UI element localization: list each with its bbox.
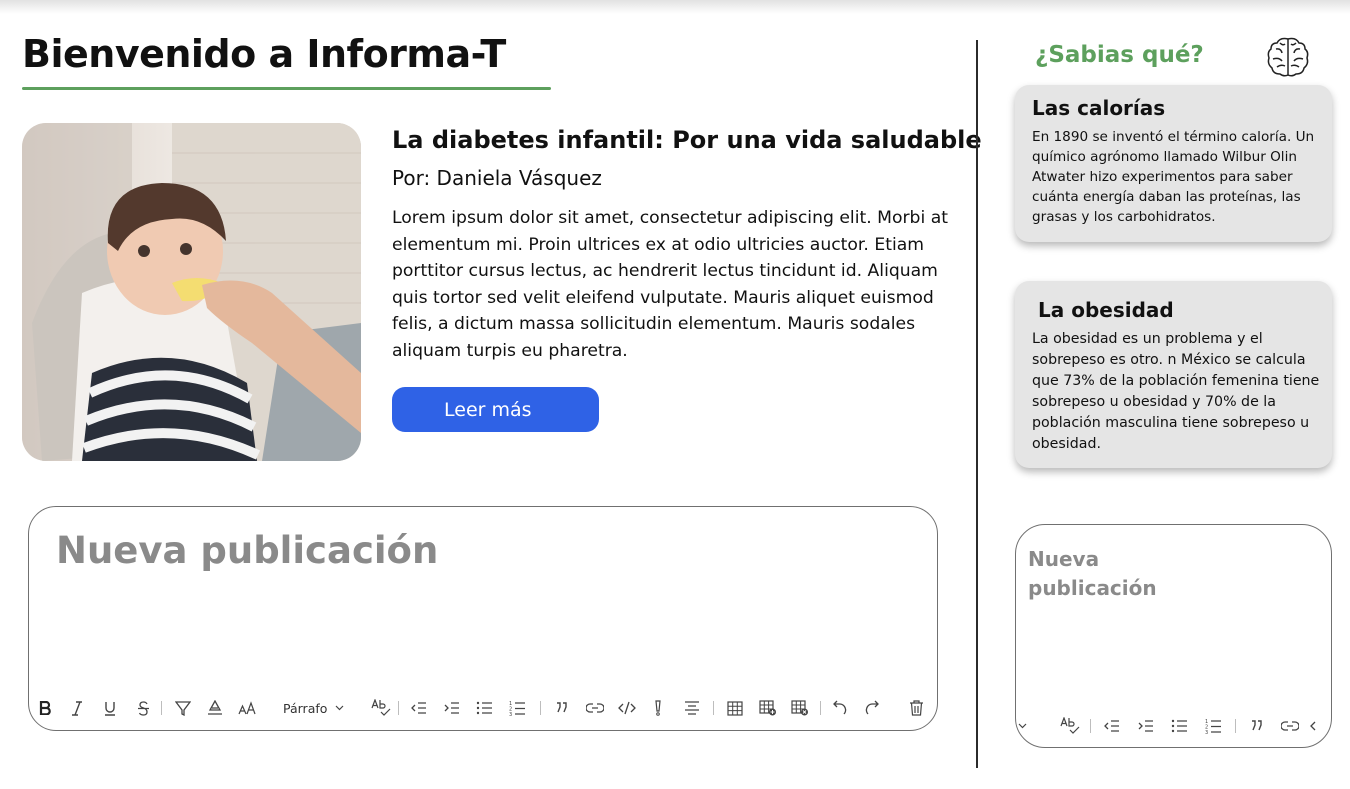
bullet-list-icon[interactable] [475,697,493,719]
top-shadow [0,0,1350,14]
quote-icon[interactable] [553,697,571,719]
fact-card-obesidad: La obesidad La obesidad es un problema y… [1015,281,1332,468]
link-icon[interactable] [585,697,605,719]
font-color-icon[interactable] [206,697,224,719]
link-icon[interactable] [1280,715,1300,737]
bold-icon[interactable] [37,697,53,719]
chevron-down-icon [335,705,344,711]
redo-icon[interactable] [863,697,881,719]
table-delete-icon[interactable] [790,697,810,719]
quote-icon[interactable] [1248,715,1266,737]
bullet-list-icon[interactable] [1170,715,1188,737]
editor-placeholder[interactable]: Nueva publicación [56,529,438,572]
highlight-icon[interactable] [174,697,192,719]
table-icon[interactable] [726,697,744,719]
svg-text:3: 3 [1205,730,1208,734]
editor-toolbar: Párrafo 123 [35,697,935,719]
title-underline [22,87,551,90]
fact-card-title: La obesidad [1038,298,1174,322]
numbered-list-icon[interactable]: 123 [508,697,526,719]
spellcheck-icon[interactable] [1059,715,1081,737]
article-image [22,123,361,461]
underline-icon[interactable] [101,697,119,719]
strikethrough-icon[interactable] [134,697,152,719]
new-post-editor[interactable]: Nueva publicación Párrafo 123 [28,506,938,731]
fact-card-text: La obesidad es un problema y el sobrepes… [1032,331,1320,452]
fact-card-text: En 1890 se inventó el término caloría. U… [1032,129,1315,225]
indent-icon[interactable] [1136,715,1154,737]
undo-icon[interactable] [831,697,849,719]
paragraph-style-label: Párrafo [283,700,328,716]
font-size-icon[interactable] [237,697,257,719]
chevron-down-icon[interactable] [1017,715,1027,737]
fact-card-calorias: Las calorías En 1890 se inventó el térmi… [1015,85,1332,242]
code-icon[interactable] [1308,715,1318,737]
sidebar-editor-toolbar: 123 [1016,715,1331,737]
alert-icon[interactable] [651,697,665,719]
article-author: Por: Daniela Vásquez [392,166,602,190]
sidebar-heading: ¿Sabias qué? [1035,42,1204,68]
outdent-icon[interactable] [1102,715,1120,737]
sidebar-new-post-editor[interactable]: Nueva publicación 123 [1015,524,1332,748]
italic-icon[interactable] [68,697,86,719]
fact-card-title: Las calorías [1032,96,1166,120]
spellcheck-icon[interactable] [370,697,392,719]
svg-text:3: 3 [509,712,512,716]
table-add-icon[interactable] [758,697,778,719]
trash-icon[interactable] [907,697,925,719]
read-more-button[interactable]: Leer más [392,387,599,432]
numbered-list-icon[interactable]: 123 [1204,715,1222,737]
outdent-icon[interactable] [409,697,427,719]
article-title: La diabetes infantil: Por una vida salud… [392,126,982,154]
page-title: Bienvenido a Informa-T [22,32,506,76]
editor-placeholder[interactable]: Nueva publicación [1028,545,1178,602]
column-divider [976,40,978,768]
article-body: Lorem ipsum dolor sit amet, consectetur … [392,208,948,361]
align-center-icon[interactable] [683,697,701,719]
indent-icon[interactable] [442,697,460,719]
brain-icon [1266,35,1310,83]
paragraph-style-select[interactable]: Párrafo [283,697,344,719]
code-icon[interactable] [617,697,637,719]
